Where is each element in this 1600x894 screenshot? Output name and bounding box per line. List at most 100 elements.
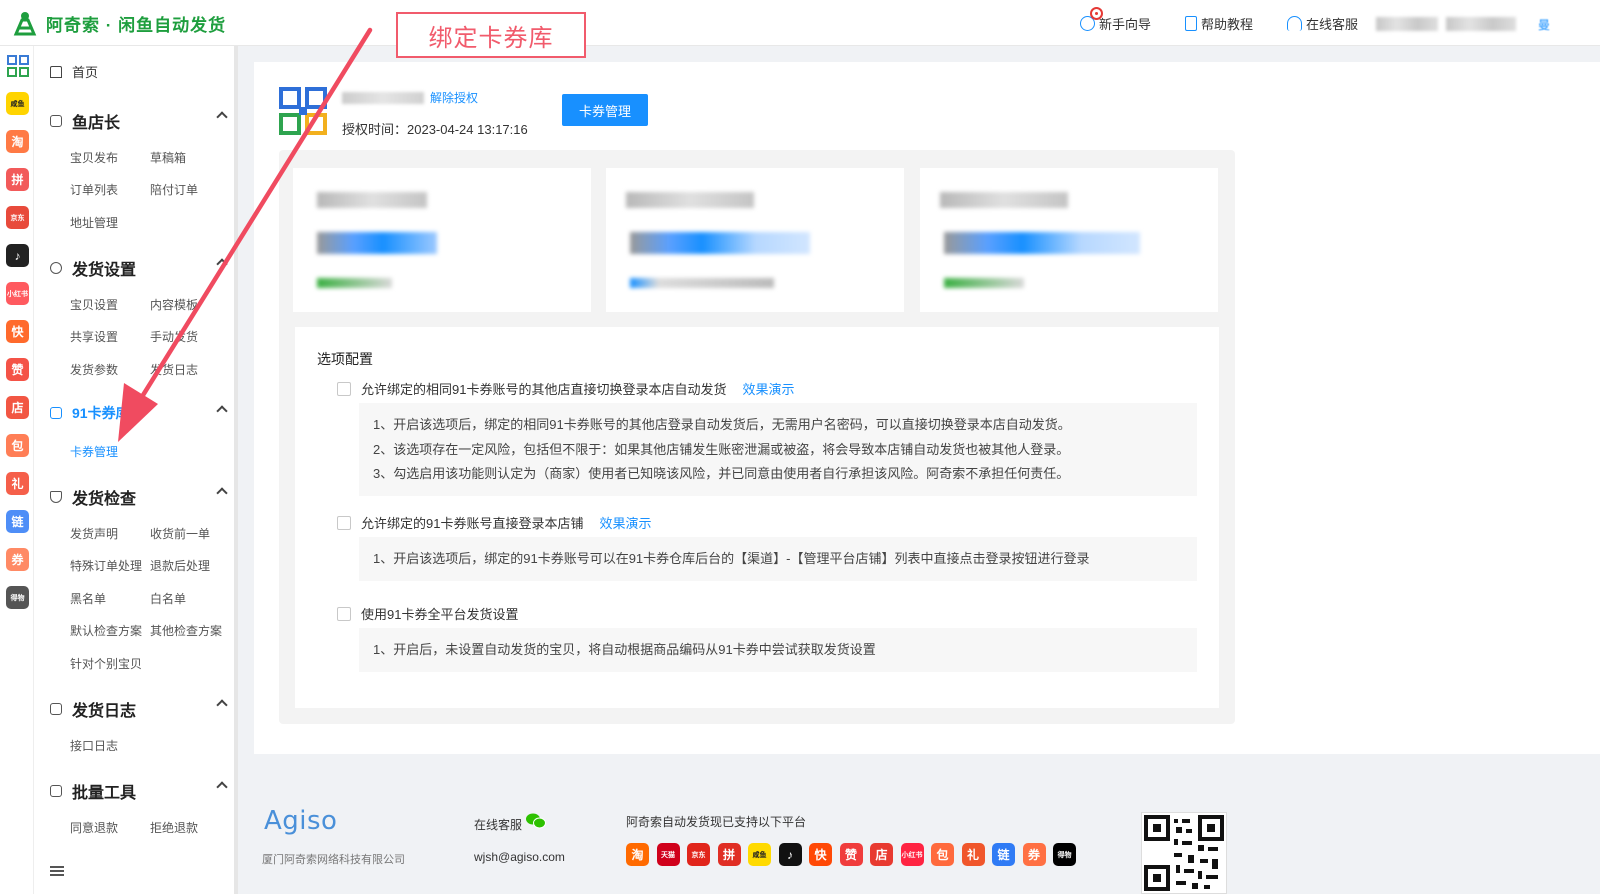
chevron-up-icon[interactable] <box>216 781 228 793</box>
sidebar-item-api-log[interactable]: 接口日志 <box>70 737 118 754</box>
sidebar-group-delivery-settings[interactable]: 发货设置 <box>50 256 228 280</box>
sidebar-item-specific-items[interactable]: 针对个别宝贝 <box>70 655 142 672</box>
xianyu-app-icon[interactable]: 咸鱼 <box>6 92 29 115</box>
sidebar-item-agree-refund[interactable]: 同意退款 <box>70 819 118 836</box>
grid-app-icon[interactable] <box>6 54 29 77</box>
sidebar-item-reject-refund[interactable]: 拒绝退款 <box>150 819 198 836</box>
sidebar-item-home[interactable]: 首页 <box>50 62 98 81</box>
option-2-demo-link[interactable]: 效果演示 <box>599 513 651 532</box>
collapse-menu-icon[interactable] <box>50 866 64 876</box>
stat-value-blurred <box>630 232 810 254</box>
option-2-checkbox[interactable] <box>337 515 351 530</box>
taobao-app-icon[interactable]: 淘 <box>6 130 29 153</box>
footer-platform-icon[interactable]: 链 <box>992 843 1015 866</box>
app-logo[interactable]: 阿奇索 · 闲鱼自动发货 <box>12 10 226 36</box>
sidebar-item-whitelist[interactable]: 白名单 <box>150 590 186 607</box>
pinduoduo-app-icon[interactable]: 拼 <box>6 168 29 191</box>
chevron-up-icon[interactable] <box>216 699 228 711</box>
footer-platform-icon[interactable]: 天猫 <box>656 843 680 866</box>
footer-platform-icon[interactable]: 包 <box>931 843 954 866</box>
sidebar-item-delivery-statement[interactable]: 发货声明 <box>70 525 118 542</box>
store-app-icon[interactable]: 店 <box>6 396 29 419</box>
notification-dot-icon <box>1090 7 1103 20</box>
sidebar-item-accompany-orders[interactable]: 陪付订单 <box>150 181 198 198</box>
gift-app-icon[interactable]: 礼 <box>6 472 29 495</box>
user-trailing-text[interactable]: 曼 <box>1538 16 1550 33</box>
unauthorize-link[interactable]: 解除授权 <box>430 89 478 106</box>
sidebar-group-delivery-logs[interactable]: 发货日志 <box>50 697 228 721</box>
xiaohongshu-app-icon[interactable]: 小红书 <box>6 282 29 305</box>
footer-platform-icon[interactable]: 快 <box>809 843 832 866</box>
chevron-up-icon[interactable] <box>216 487 228 499</box>
group-label: 发货日志 <box>72 703 137 720</box>
chevron-up-icon[interactable] <box>216 111 228 123</box>
footer-platform-icon[interactable]: 京东 <box>687 843 710 866</box>
sidebar-item-manual-delivery[interactable]: 手动发货 <box>150 328 198 345</box>
sidebar-item-orders[interactable]: 订单列表 <box>70 181 118 198</box>
option-1-demo-link[interactable]: 效果演示 <box>742 379 794 398</box>
guide-link-label: 新手向导 <box>1099 17 1152 32</box>
group-label: 发货检查 <box>72 491 137 508</box>
main-content: 解除授权 授权时间：2023-04-24 13:17:16 卡券管理 选项配置 … <box>254 62 1600 754</box>
like-app-icon[interactable]: 赞 <box>6 358 29 381</box>
sidebar-group-91-card-library[interactable]: 91卡券库 <box>50 403 228 423</box>
douyin-app-icon[interactable]: ♪ <box>6 244 29 267</box>
sidebar-item-other-check[interactable]: 其他检查方案 <box>150 622 222 639</box>
bag-app-icon[interactable]: 包 <box>6 434 29 457</box>
footer-platform-icon[interactable]: 淘 <box>626 843 649 866</box>
user-account-blurred[interactable] <box>1446 17 1516 31</box>
footer-platform-icon[interactable]: 小红书 <box>900 843 924 866</box>
sidebar-item-default-check[interactable]: 默认检查方案 <box>70 622 142 639</box>
sidebar-item-delivery-params[interactable]: 发货参数 <box>70 361 118 378</box>
footer-platform-icon[interactable]: ♪ <box>778 843 802 866</box>
sidebar-item-delivery-log[interactable]: 发货日志 <box>150 361 198 378</box>
sidebar-item-special-orders[interactable]: 特殊订单处理 <box>70 557 142 574</box>
doc-icon <box>1185 16 1198 31</box>
sidebar-item-share-settings[interactable]: 共享设置 <box>70 328 118 345</box>
chevron-up-icon[interactable] <box>216 258 228 270</box>
auth-time-label: 授权时间： <box>342 122 408 137</box>
sidebar-item-before-receipt[interactable]: 收货前一单 <box>150 525 210 542</box>
help-link[interactable]: 帮助教程 <box>1185 14 1253 33</box>
sidebar-item-publish[interactable]: 宝贝发布 <box>70 149 118 166</box>
stat-value-blurred <box>317 232 437 254</box>
sidebar-item-address[interactable]: 地址管理 <box>70 214 118 231</box>
footer-support-text: 阿奇索自动发货现已支持以下平台 <box>626 815 807 829</box>
footer-platform-icon[interactable]: 咸鱼 <box>748 843 771 866</box>
jd-app-icon[interactable]: 京东 <box>6 206 29 229</box>
chevron-up-icon[interactable] <box>216 405 228 417</box>
option-1-checkbox[interactable] <box>337 381 351 396</box>
sidebar-item-drafts[interactable]: 草稿箱 <box>150 149 186 166</box>
wechat-icon[interactable] <box>526 813 546 829</box>
support-link[interactable]: 在线客服 <box>1287 14 1358 33</box>
footer-email[interactable]: wjsh@agiso.com <box>474 850 565 864</box>
option-1-label[interactable]: 允许绑定的相同91卡券账号的其他店直接切换登录本店自动发货 <box>361 379 726 398</box>
footer-platform-icon[interactable]: 店 <box>870 843 893 866</box>
footer-platform-icon[interactable]: 赞 <box>839 843 863 866</box>
user-name-blurred[interactable] <box>1376 17 1438 31</box>
option-3-checkbox[interactable] <box>337 606 351 621</box>
note-line: 2、该选项存在一定风险，包括但不限于：如果其他店铺发生账密泄漏或被盗，将会导致本… <box>373 441 1070 457</box>
kuaishou-app-icon[interactable]: 快 <box>6 320 29 343</box>
card-manage-button[interactable]: 卡券管理 <box>562 94 648 126</box>
sidebar-item-content-template[interactable]: 内容模板 <box>150 296 198 313</box>
stat-title-blurred <box>940 192 1068 208</box>
dewu-app-icon[interactable]: 得物 <box>6 586 29 609</box>
option-2-label[interactable]: 允许绑定的91卡券账号直接登录本店铺 <box>361 513 583 532</box>
sidebar-group-fish-manager[interactable]: 鱼店长 <box>50 109 228 133</box>
footer-platform-icon[interactable]: 券 <box>1022 843 1046 866</box>
link-app-icon[interactable]: 链 <box>6 510 29 533</box>
footer-platform-icon[interactable]: 礼 <box>961 843 985 866</box>
option-row-2: 允许绑定的91卡券账号直接登录本店铺 效果演示 <box>337 513 651 532</box>
group-label: 91卡券库 <box>72 405 130 421</box>
sidebar-group-delivery-check[interactable]: 发货检查 <box>50 485 228 509</box>
sidebar-group-batch-tools[interactable]: 批量工具 <box>50 779 228 803</box>
footer-platform-icon[interactable]: 得物 <box>1053 843 1076 866</box>
sidebar-item-item-settings[interactable]: 宝贝设置 <box>70 296 118 313</box>
ticket-app-icon[interactable]: 券 <box>6 548 29 571</box>
footer-platform-icon[interactable]: 拼 <box>717 843 741 866</box>
sidebar-item-after-refund[interactable]: 退款后处理 <box>150 557 210 574</box>
sidebar-item-blacklist[interactable]: 黑名单 <box>70 590 106 607</box>
sidebar-item-card-management[interactable]: 卡券管理 <box>70 443 118 460</box>
option-3-label[interactable]: 使用91卡券全平台发货设置 <box>361 604 518 623</box>
